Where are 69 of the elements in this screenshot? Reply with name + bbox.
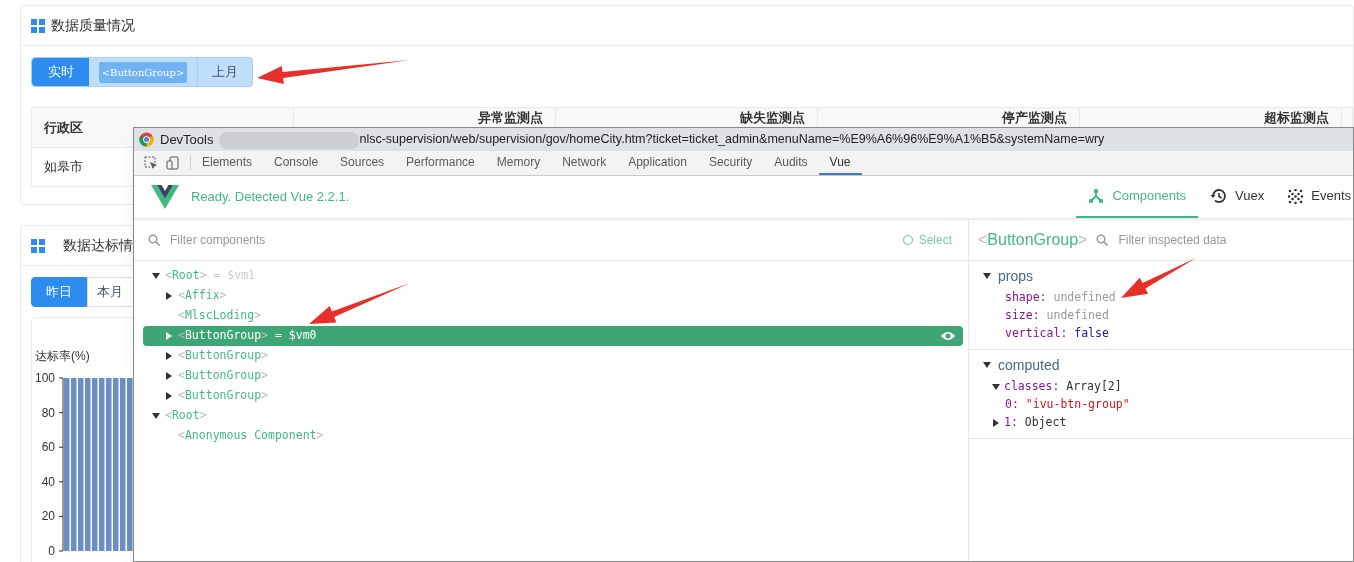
data-entry: 0: "ivu-btn-group" xyxy=(1005,396,1130,414)
devtools-tab[interactable]: Security xyxy=(697,151,764,175)
status-message: Ready. Detected Vue 2.2.1. xyxy=(191,188,350,207)
devtools-tab[interactable]: Audits xyxy=(763,151,819,175)
device-icon[interactable] xyxy=(166,156,180,170)
history-icon xyxy=(1210,188,1228,204)
grid-icon xyxy=(31,238,45,253)
devtools-tab[interactable]: Sources xyxy=(329,151,396,175)
y-tick-label: 40 xyxy=(41,474,55,489)
collapsed-caret-icon[interactable] xyxy=(165,352,173,360)
eye-icon[interactable] xyxy=(941,331,955,341)
period-button[interactable]: 上月 xyxy=(198,58,252,86)
data-entry: vertical: false xyxy=(1005,325,1109,343)
expanded-caret-icon[interactable] xyxy=(983,272,991,280)
devtools-tab[interactable]: Elements xyxy=(191,151,264,175)
tree-icon xyxy=(1088,188,1105,204)
vue-logo-icon xyxy=(151,185,179,209)
y-tick-label: 0 xyxy=(48,544,55,558)
expanded-caret-icon[interactable] xyxy=(983,361,991,369)
page-url: nlsc-supervision/web/supervision/gov/homeCity.htm?ticket=ticket_admin&menuName=%E9%A6%96%E9%A1%B5&systemName=wry xyxy=(359,131,1105,149)
inspect-icon[interactable] xyxy=(144,156,158,170)
table-cell-text: 如皋市 xyxy=(44,158,83,177)
y-tick-label: 20 xyxy=(41,509,55,524)
filter-field[interactable]: Filter inspected data xyxy=(1118,230,1353,249)
period-button[interactable]: 实时 xyxy=(32,58,89,86)
collapsed-caret-icon[interactable] xyxy=(992,419,1000,427)
expanded-caret-icon[interactable] xyxy=(152,272,160,280)
target-icon xyxy=(901,233,914,246)
devtools-tab[interactable]: Vue xyxy=(818,151,862,175)
section-title[interactable]: props xyxy=(998,265,1034,287)
highlight-label: <ButtonGroup> xyxy=(98,61,188,83)
card-title: 数据达标情 xyxy=(63,236,133,255)
y-axis-title: 达标率(%) xyxy=(35,349,90,363)
devtools-tab[interactable]: Console xyxy=(263,151,330,175)
column-header: 停产监测点 xyxy=(1002,111,1067,125)
section-title[interactable]: computed xyxy=(998,354,1060,376)
grid-icon xyxy=(31,18,45,33)
vuex-tab[interactable]: Vuex xyxy=(1198,176,1277,218)
search-icon xyxy=(148,233,160,246)
dots-icon xyxy=(1288,188,1304,204)
window-title: DevTools xyxy=(160,130,214,149)
expanded-caret-icon[interactable] xyxy=(152,412,160,420)
period-button[interactable]: 昨日 xyxy=(31,277,87,307)
column-header: 异常监测点 xyxy=(478,111,543,125)
data-entry: classes: Array[2] xyxy=(1004,378,1122,396)
data-entry: size: undefined xyxy=(1005,307,1109,325)
expanded-caret-icon[interactable] xyxy=(992,383,1000,391)
inspected-component-name: <ButtonGroup> xyxy=(978,229,1088,250)
column-header: 行政区 xyxy=(44,120,83,135)
collapsed-caret-icon[interactable] xyxy=(165,372,173,380)
devtools-tab[interactable]: Performance xyxy=(395,151,486,175)
y-tick-label: 60 xyxy=(41,440,55,455)
devtools-tab[interactable]: Network xyxy=(551,151,618,175)
card-title: 数据质量情况 xyxy=(51,16,135,35)
collapsed-caret-icon[interactable] xyxy=(165,292,173,300)
y-tick-label: 80 xyxy=(41,405,55,420)
collapsed-caret-icon[interactable] xyxy=(165,392,173,400)
data-entry: shape: undefined xyxy=(1005,289,1116,307)
search-icon xyxy=(1096,233,1109,246)
devtools-tab[interactable]: Memory xyxy=(485,151,552,175)
data-entry: 1: Object xyxy=(1004,414,1067,432)
browser-logo-icon xyxy=(139,132,154,147)
column-header: 超标监测点 xyxy=(1264,111,1329,125)
period-button[interactable]: 本月 xyxy=(87,277,132,307)
devtools-tab[interactable]: Application xyxy=(617,151,698,175)
y-tick-label: 100 xyxy=(34,371,55,385)
events-tab[interactable]: Events xyxy=(1276,176,1353,218)
column-header: 缺失监测点 xyxy=(740,111,805,125)
filter-field[interactable]: Filter components xyxy=(170,230,898,249)
